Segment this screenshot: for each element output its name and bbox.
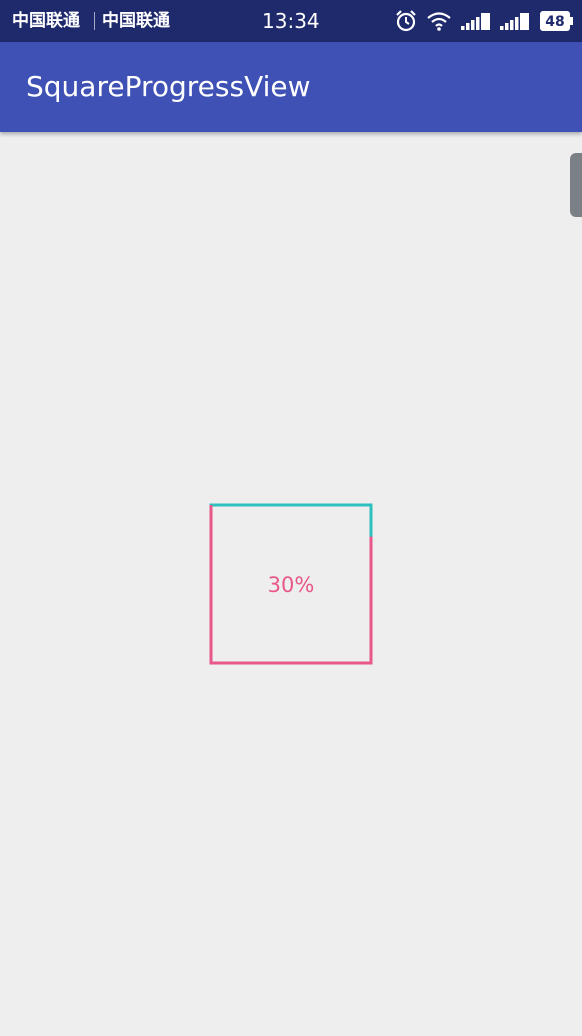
- square-progress-view: 30%: [208, 502, 374, 666]
- alarm-icon: [396, 10, 416, 32]
- carrier-label-2: 中国联通: [102, 11, 170, 31]
- signal-icon: [500, 13, 529, 30]
- status-clock: 13:34: [262, 9, 320, 33]
- battery-level: 48: [545, 14, 564, 30]
- signal-icon: [461, 13, 490, 30]
- side-drawer-handle[interactable]: [570, 153, 582, 217]
- progress-percent-label: 30%: [267, 573, 315, 597]
- wifi-icon: [427, 12, 451, 31]
- carrier-label-1: 中国联通: [12, 11, 80, 31]
- app-title: SquareProgressView: [26, 70, 311, 103]
- battery-icon: 48: [540, 11, 573, 31]
- status-bar: 中国联通 中国联通 13:34 48: [0, 0, 582, 42]
- app-bar: SquareProgressView: [0, 42, 582, 132]
- carrier-divider: [94, 12, 95, 30]
